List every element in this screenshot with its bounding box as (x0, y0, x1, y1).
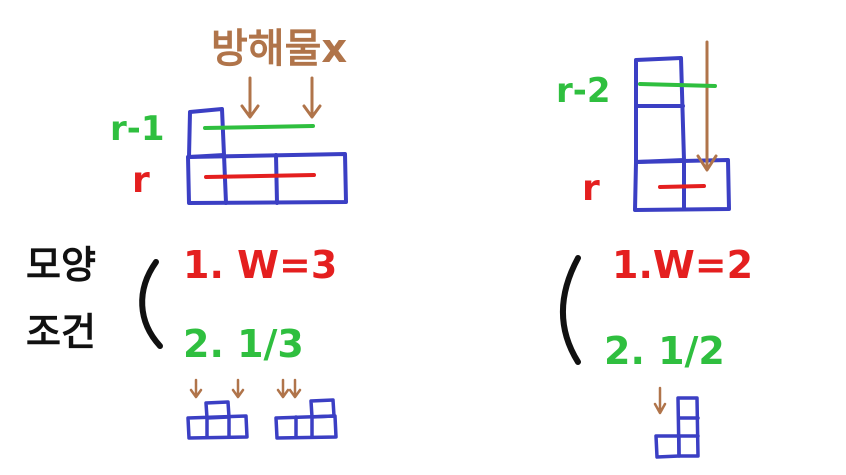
left-block-grid (186, 107, 348, 205)
down-arrow-icon (302, 76, 322, 119)
down-arrow-icon (653, 386, 667, 415)
condition-title-line2: 조건 (26, 310, 96, 354)
condition-1: 1. W=3 (183, 243, 337, 287)
row-line-lower (658, 184, 706, 189)
row-label-upper: r-2 (556, 71, 611, 111)
row-label-upper: r-1 (110, 109, 165, 149)
down-arrow-icon (240, 76, 260, 119)
down-arrow-icon (288, 378, 302, 399)
condition-2: 2. 1/3 (183, 322, 304, 366)
down-arrow-icon (276, 378, 290, 399)
down-arrow-icon (231, 378, 245, 399)
left-paren-icon (560, 255, 581, 365)
row-line-upper (638, 82, 717, 88)
tetromino-icon (186, 400, 249, 440)
obstacle-label: 방해물x (211, 26, 347, 72)
drawing-canvas: 방해물x r-1 r 모양 조건 1. W=3 2. 1/3 r-2 r 1.W… (0, 0, 846, 475)
row-label-lower: r (582, 168, 600, 209)
tetromino-icon (274, 398, 338, 440)
row-label-lower: r (132, 160, 150, 201)
row-line-lower (204, 173, 316, 179)
condition-1: 1.W=2 (612, 243, 753, 287)
down-arrow-icon (189, 378, 203, 399)
condition-2: 2. 1/2 (604, 329, 725, 373)
condition-title-line1: 모양 (26, 243, 96, 287)
left-paren-icon (139, 259, 163, 349)
down-arrow-icon (696, 40, 718, 172)
row-line-upper (203, 124, 315, 130)
diagram-svg: 방해물x r-1 r 모양 조건 1. W=3 2. 1/3 r-2 r 1.W… (26, 26, 753, 459)
